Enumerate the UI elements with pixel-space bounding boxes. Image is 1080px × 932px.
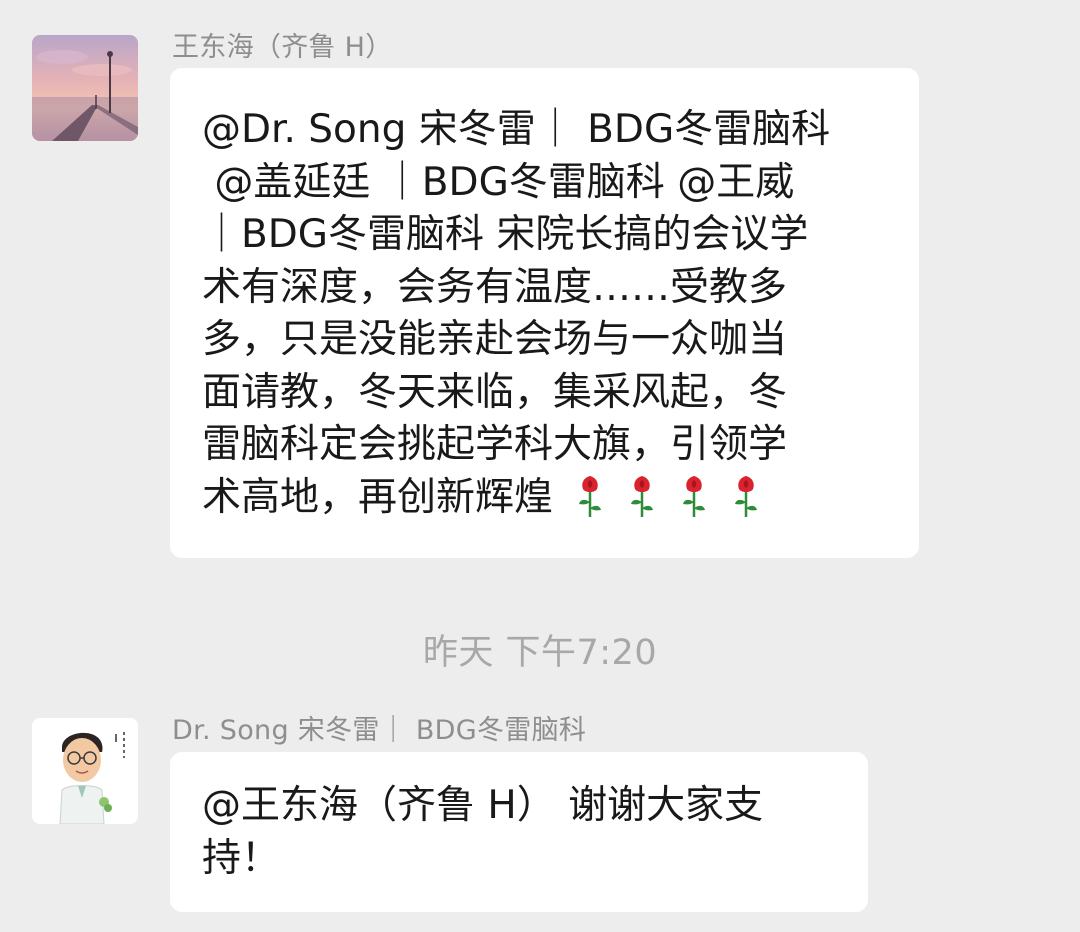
pier-sunset-avatar-icon <box>32 35 138 141</box>
avatar-wang-donghai[interactable] <box>32 35 138 141</box>
sender-name: Dr. Song 宋冬雷｜ BDG冬雷脑科 <box>172 715 587 746</box>
rose-icon <box>731 474 761 518</box>
doctor-cartoon-avatar-icon <box>32 718 138 824</box>
message-line: @王东海（齐鲁 H） 谢谢大家支 <box>202 783 764 828</box>
message-timestamp: 昨天 下午7:20 <box>422 633 658 673</box>
message-line: ｜BDG冬雷脑科 宋院长搞的会议学 <box>202 212 809 257</box>
avatar-dr-song[interactable] <box>32 718 138 824</box>
message-line: 面请教，冬天来临，集采风起，冬 <box>202 369 788 415</box>
message-bubble[interactable]: @Dr. Song 宋冬雷｜ BDG冬雷脑科 @盖延廷 ｜BDG冬雷脑科 @王威… <box>170 68 919 558</box>
message-line: 持！ <box>202 835 281 881</box>
message-line: @盖延廷 ｜BDG冬雷脑科 @王威 <box>202 159 795 205</box>
message-bubble[interactable]: @王东海（齐鲁 H） 谢谢大家支 持！ <box>170 752 868 912</box>
message-line: @Dr. Song 宋冬雷｜ BDG冬雷脑科 <box>202 107 831 152</box>
rose-icon <box>679 474 709 518</box>
message-text: @王东海（齐鲁 H） 谢谢大家支 持！ <box>202 780 848 885</box>
rose-emoji-row <box>553 475 761 520</box>
message-text: @Dr. Song 宋冬雷｜ BDG冬雷脑科 @盖延廷 ｜BDG冬雷脑科 @王威… <box>202 104 899 524</box>
message-line: 多，只是没能亲赴会场与一众咖当 <box>202 317 788 362</box>
message-line: 术有深度，会务有温度……受教多 <box>202 264 788 310</box>
message-line: 术高地，再创新辉煌 <box>202 474 554 520</box>
rose-icon <box>575 474 605 518</box>
rose-icon <box>627 474 657 518</box>
message-line: 雷脑科定会挑起学科大旗，引领学 <box>202 422 788 467</box>
sender-name: 王东海（齐鲁 H） <box>172 32 393 63</box>
